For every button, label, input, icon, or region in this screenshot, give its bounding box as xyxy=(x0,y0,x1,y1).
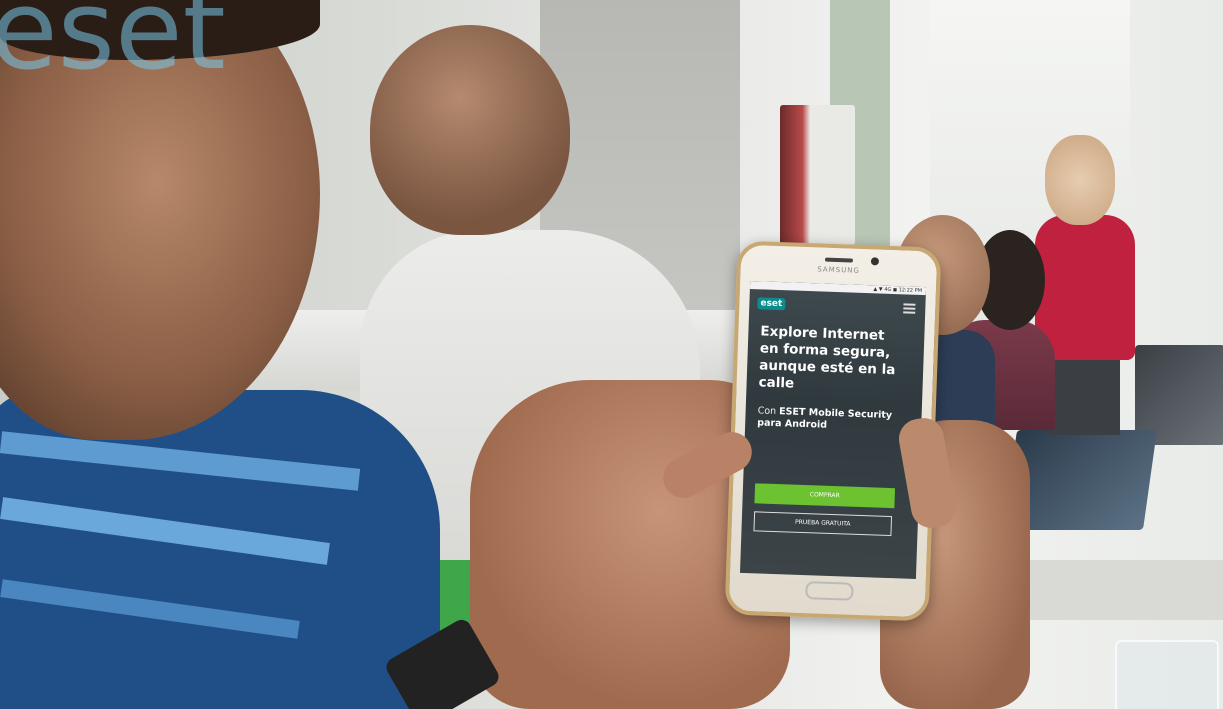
phone-brand: SAMSUNG xyxy=(817,265,861,275)
standing-woman-head xyxy=(1045,135,1115,225)
eset-logo[interactable]: eset xyxy=(757,297,786,311)
buy-button[interactable]: COMPRAR xyxy=(754,483,896,509)
phone-screen[interactable]: ▲ ▼ 4G ◼ 12:22 PM eset Explore Internet … xyxy=(739,281,927,579)
subheadline: Con ESET Mobile Security para Android xyxy=(745,405,922,435)
free-trial-button[interactable]: PRUEBA GRATUITA xyxy=(753,511,893,537)
front-camera-icon xyxy=(870,257,880,266)
watermark-logo: eset xyxy=(0,0,226,94)
office-photo-scene: eset SAMSUNG ▲ ▼ 4G ◼ 12:22 PM eset Expl… xyxy=(0,0,1223,709)
standing-woman-legs xyxy=(1045,355,1120,435)
subheadline-prefix: Con xyxy=(757,405,780,418)
water-glass xyxy=(1115,640,1219,709)
man-white-shirt-head xyxy=(370,25,570,235)
home-button[interactable] xyxy=(805,581,854,601)
table xyxy=(1000,560,1223,620)
site-navbar: eset xyxy=(749,289,926,321)
wall-screen xyxy=(780,105,855,245)
standing-woman-body xyxy=(1035,215,1135,360)
headline: Explore Internet en forma segura, aunque… xyxy=(746,323,924,397)
phone-speaker xyxy=(824,257,854,263)
hamburger-menu-icon[interactable] xyxy=(903,303,916,315)
